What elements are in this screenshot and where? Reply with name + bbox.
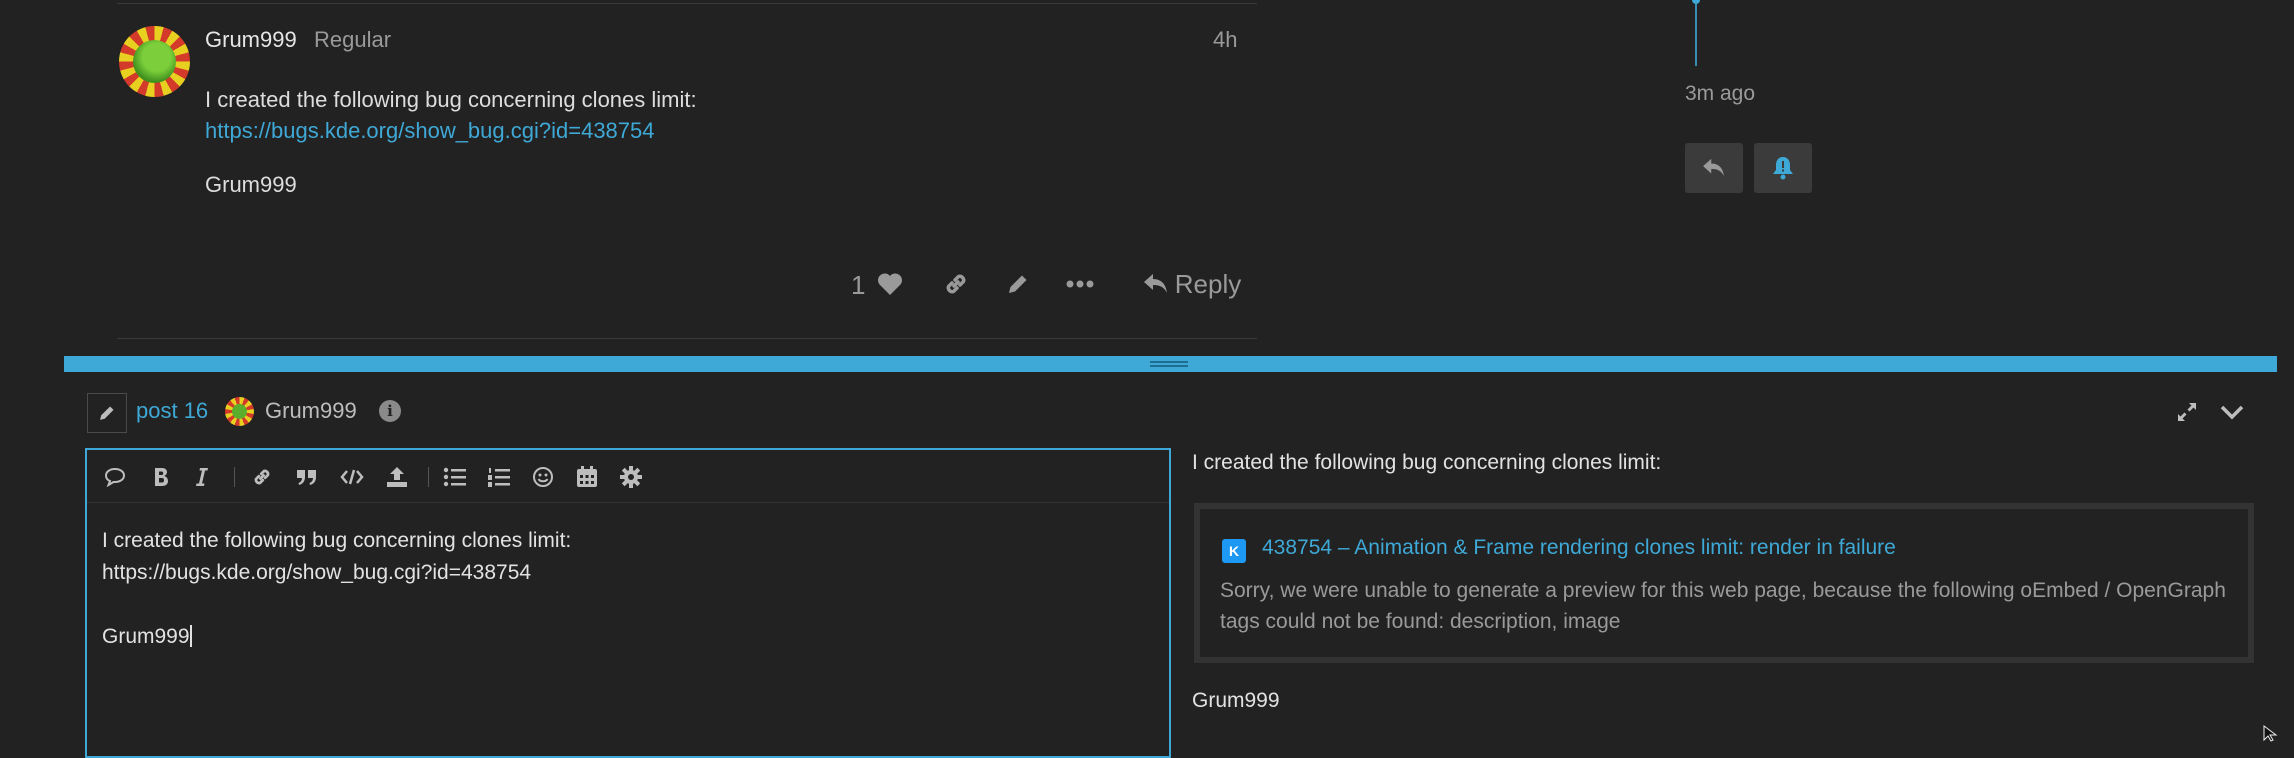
post-text: I created the following bug concerning c… [205,87,697,112]
insert-date-button[interactable] [572,462,602,492]
composer-editor[interactable]: I created the following bug concerning c… [85,448,1171,758]
link-onebox: K 438754 – Animation & Frame rendering c… [1194,503,2254,663]
post-date[interactable]: 4h [1213,27,1237,53]
preview-text: I created the following bug concerning c… [1192,451,1662,474]
toolbar-separator [234,467,235,487]
code-icon [340,469,364,485]
text-caret [189,625,192,647]
edit-button[interactable] [998,262,1038,306]
composer-action-button[interactable] [87,393,127,433]
user-title: Regular [314,27,392,52]
bold-icon [155,468,168,486]
avatar[interactable] [119,26,190,97]
link-icon [254,469,270,485]
timeline-scroller-line[interactable] [1695,0,1697,66]
emoji-button[interactable] [528,462,558,492]
post-top-divider [117,3,1257,4]
editor-toolbar [87,450,1169,503]
info-icon[interactable]: i [379,400,401,422]
ellipsis-icon [1066,280,1094,288]
calendar-icon [577,466,597,487]
quote-icon [297,470,316,485]
fullscreen-toggle-button[interactable] [2173,398,2201,426]
like-count[interactable]: 1 [851,270,865,301]
reply-button[interactable]: Reply [1137,262,1247,306]
pencil-icon [100,406,114,420]
reply-to-username[interactable]: Grum999 [265,398,357,424]
chevron-down-icon [2220,405,2244,420]
numbered-list-button[interactable] [484,462,514,492]
reply-icon [1703,158,1724,177]
gear-icon [620,466,642,488]
reply-icon [1143,274,1167,293]
reply-label: Reply [1174,268,1242,299]
quote-whole-post-button[interactable] [100,462,130,492]
editor-textarea[interactable]: I created the following bug concerning c… [102,525,571,653]
collapse-composer-button[interactable] [2218,398,2246,426]
timeline-handle[interactable] [1692,0,1700,4]
post-signature: Grum999 [205,172,297,197]
expand-icon [2178,403,2196,421]
reply-to-avatar [225,397,254,426]
toolbar-separator [428,467,429,487]
more-actions-button[interactable] [1060,262,1100,306]
blockquote-button[interactable] [292,462,322,492]
timeline-reply-button[interactable] [1685,143,1743,193]
upload-icon [387,467,407,487]
notification-level-button[interactable] [1754,143,1812,193]
resize-grip-icon[interactable] [1150,361,1188,367]
post-bottom-divider [117,338,1257,339]
numbered-list-icon [488,468,510,487]
italic-icon [196,468,208,486]
speech-bubble-icon [104,467,126,487]
pencil-icon [1009,275,1027,293]
code-button[interactable] [337,462,367,492]
like-button[interactable] [872,262,908,306]
bullet-list-button[interactable] [440,462,470,492]
kde-bugzilla-icon: K [1222,539,1246,563]
italic-button[interactable] [187,462,217,492]
editor-content: I created the following bug concerning c… [102,529,572,648]
preview-signature: Grum999 [1192,689,1280,712]
post-username[interactable]: Grum999 [205,27,297,53]
timeline-last-activity[interactable]: 3m ago [1685,82,1755,106]
reply-to-post-link[interactable]: post 16 [136,398,208,424]
bullet-list-icon [443,467,466,487]
onebox-title-link[interactable]: 438754 – Animation & Frame rendering clo… [1262,536,1896,560]
options-button[interactable] [616,462,646,492]
onebox-description: Sorry, we were unable to generate a prev… [1220,579,2226,633]
copy-link-button[interactable] [936,262,976,306]
smiley-icon [533,467,553,487]
upload-button[interactable] [382,462,412,492]
mouse-pointer-icon [2263,725,2279,747]
post-bug-link[interactable]: https://bugs.kde.org/show_bug.cgi?id=438… [205,118,655,144]
insert-link-button[interactable] [247,462,277,492]
heart-icon [877,273,903,295]
link-icon [946,274,966,294]
bell-alert-icon [1773,157,1793,180]
bold-button[interactable] [146,462,176,492]
